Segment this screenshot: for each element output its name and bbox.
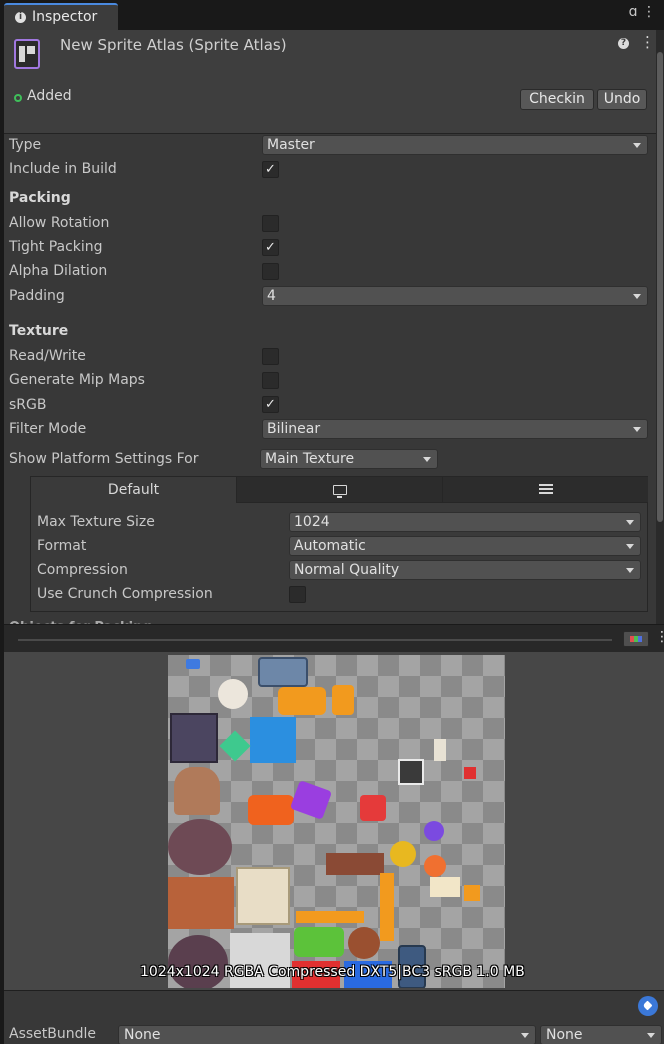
max-texture-size-value: 1024 (294, 514, 330, 530)
generate-mip-maps-checkbox[interactable] (262, 372, 279, 389)
include-in-build-label: Include in Build (9, 161, 117, 177)
tab-menu-icon[interactable]: ⋮ (642, 4, 656, 20)
tab-tools: ɑ ⋮ (629, 4, 656, 20)
tab-inspector-label: Inspector (32, 9, 98, 25)
platform-settings-box: Default Max Texture Size 1024 Format Aut… (30, 476, 648, 612)
tab-inspector[interactable]: i Inspector (4, 3, 118, 30)
use-crunch-label: Use Crunch Compression (37, 586, 213, 602)
padding-value: 4 (267, 288, 276, 304)
include-in-build-checkbox[interactable]: ✓ (262, 161, 279, 178)
chevron-down-icon (626, 568, 634, 573)
asset-header: New Sprite Atlas (Sprite Atlas) ? ⋮ Adde… (4, 30, 656, 134)
undo-button[interactable]: Undo (597, 89, 647, 110)
srgb-label: sRGB (9, 397, 47, 413)
texture-info-text: 1024x1024 RGBA Compressed DXT5|BC3 sRGB … (140, 964, 525, 980)
platform-settings-value: Main Texture (265, 451, 355, 467)
help-icon[interactable]: ? (618, 38, 629, 49)
compression-value: Normal Quality (294, 562, 400, 578)
tab-default-label: Default (107, 482, 160, 498)
tight-packing-label: Tight Packing (9, 239, 103, 255)
asset-title: New Sprite Atlas (Sprite Atlas) (60, 36, 287, 54)
chevron-down-icon (626, 544, 634, 549)
tag-icon[interactable] (638, 996, 658, 1016)
allow-rotation-label: Allow Rotation (9, 215, 110, 231)
chevron-down-icon (633, 294, 641, 299)
max-texture-size-dropdown[interactable]: 1024 (289, 512, 641, 532)
vc-status-text: Added (27, 88, 72, 104)
format-value: Automatic (294, 538, 366, 554)
generate-mip-maps-label: Generate Mip Maps (9, 372, 145, 388)
assetbundle-name-dropdown[interactable]: None (118, 1025, 536, 1044)
packing-section-header: Packing (9, 190, 71, 206)
padding-label: Padding (9, 288, 65, 304)
alpha-dilation-checkbox[interactable] (262, 263, 279, 280)
preview-menu-icon[interactable]: ⋮ (655, 629, 664, 645)
filter-mode-dropdown[interactable]: Bilinear (262, 419, 648, 439)
max-texture-size-label: Max Texture Size (37, 514, 155, 530)
added-status-icon (14, 94, 22, 102)
splitter-handle[interactable] (18, 639, 612, 641)
monitor-icon (332, 485, 347, 498)
alpha-dilation-label: Alpha Dilation (9, 263, 108, 279)
type-label: Type (9, 137, 42, 153)
platform-settings-label: Show Platform Settings For (9, 451, 199, 467)
sliders-icon (538, 484, 553, 495)
chevron-down-icon (423, 457, 431, 462)
filter-mode-value: Bilinear (267, 421, 321, 437)
header-menu-icon[interactable]: ⋮ (640, 33, 655, 51)
assetbundle-variant-dropdown[interactable]: None (540, 1025, 662, 1044)
srgb-checkbox[interactable]: ✓ (262, 396, 279, 413)
filter-mode-label: Filter Mode (9, 421, 87, 437)
assetbundle-label: AssetBundle (9, 1026, 97, 1042)
scrollbar-thumb[interactable] (657, 52, 663, 522)
assetbundle-bar: AssetBundle None None (4, 990, 664, 1044)
padding-dropdown[interactable]: 4 (262, 286, 648, 306)
platform-settings-dropdown[interactable]: Main Texture (260, 449, 438, 469)
type-value: Master (267, 137, 315, 153)
lock-icon[interactable]: ɑ (629, 4, 638, 20)
checkin-button[interactable]: Checkin (520, 89, 594, 110)
tab-other-platform[interactable] (443, 477, 648, 503)
allow-rotation-checkbox[interactable] (262, 215, 279, 232)
chevron-down-icon (633, 143, 641, 148)
inspector-scrollbar[interactable] (656, 30, 664, 624)
sprite-atlas-icon (14, 39, 40, 69)
read-write-label: Read/Write (9, 348, 86, 364)
assetbundle-variant-value: None (546, 1027, 583, 1043)
inspector-panel: New Sprite Atlas (Sprite Atlas) ? ⋮ Adde… (4, 30, 656, 626)
preview-splitter[interactable]: ⋮ (4, 624, 664, 652)
tight-packing-checkbox[interactable]: ✓ (262, 239, 279, 256)
chevron-down-icon (633, 427, 641, 432)
format-label: Format (37, 538, 87, 554)
compression-dropdown[interactable]: Normal Quality (289, 560, 641, 580)
tab-bar: i Inspector ɑ ⋮ (0, 0, 664, 30)
texture-section-header: Texture (9, 323, 69, 339)
atlas-preview: 1024x1024 RGBA Compressed DXT5|BC3 sRGB … (4, 652, 664, 990)
use-crunch-checkbox[interactable] (289, 586, 306, 603)
chevron-down-icon (647, 1033, 655, 1038)
info-icon: i (15, 12, 26, 23)
read-write-checkbox[interactable] (262, 348, 279, 365)
tab-default[interactable]: Default (31, 477, 237, 503)
format-dropdown[interactable]: Automatic (289, 536, 641, 556)
type-dropdown[interactable]: Master (262, 135, 648, 155)
chevron-down-icon (521, 1033, 529, 1038)
assetbundle-name-value: None (124, 1027, 161, 1043)
atlas-texture-image (168, 655, 505, 988)
compression-label: Compression (37, 562, 128, 578)
tab-standalone[interactable] (237, 477, 443, 503)
chevron-down-icon (626, 520, 634, 525)
rgb-channels-icon[interactable] (623, 631, 649, 647)
